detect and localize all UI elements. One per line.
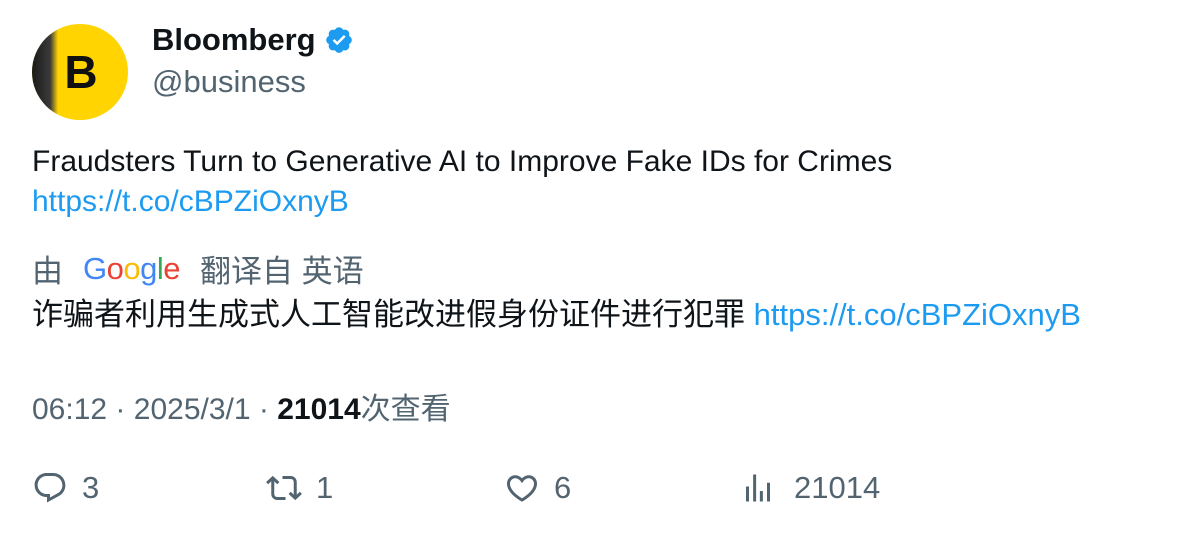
meta-separator: · bbox=[115, 393, 126, 426]
reply-count: 3 bbox=[82, 470, 100, 505]
tweet-time[interactable]: 06:12 bbox=[32, 393, 107, 426]
action-bar: 3 1 6 21014 bbox=[32, 470, 1162, 516]
translated-text: 诈骗者利用生成式人工智能改进假身份证件进行犯罪 bbox=[32, 297, 745, 332]
view-count: 21014 bbox=[277, 393, 361, 426]
views-count: 21014 bbox=[794, 470, 881, 505]
tweet-link[interactable]: https://t.co/cBPZiOxnyB bbox=[32, 185, 349, 218]
reply-button[interactable]: 3 bbox=[32, 470, 99, 506]
translation-by-label: 由 bbox=[32, 254, 63, 289]
translated-link[interactable]: https://t.co/cBPZiOxnyB bbox=[754, 297, 1081, 332]
translation-source-language: 翻译自 英语 bbox=[200, 254, 364, 289]
verified-badge-icon bbox=[325, 27, 352, 53]
tweet-text: Fraudsters Turn to Generative AI to Impr… bbox=[32, 145, 893, 178]
views-icon bbox=[746, 474, 770, 502]
like-icon bbox=[506, 475, 538, 502]
like-button[interactable]: 6 bbox=[504, 470, 571, 506]
views-button[interactable]: 21014 bbox=[740, 470, 880, 506]
avatar[interactable]: B bbox=[32, 24, 128, 120]
author-handle[interactable]: @business bbox=[152, 64, 306, 100]
view-count-label: 次查看 bbox=[360, 393, 451, 426]
retweet-button[interactable]: 1 bbox=[266, 470, 333, 506]
author-name[interactable]: Bloomberg bbox=[152, 22, 316, 58]
author-name-row: Bloomberg bbox=[152, 22, 354, 58]
retweet-count: 1 bbox=[316, 470, 334, 505]
tweet-meta: 06:12 · 2025/3/1 · 21014次查看 bbox=[32, 384, 451, 428]
translation-attribution: 由 Google 翻译自 英语 bbox=[32, 246, 364, 291]
translated-body: 诈骗者利用生成式人工智能改进假身份证件进行犯罪 https://t.co/cBP… bbox=[32, 294, 1081, 336]
tweet-body: Fraudsters Turn to Generative AI to Impr… bbox=[32, 142, 892, 222]
tweet-date[interactable]: 2025/3/1 bbox=[134, 393, 251, 426]
reply-icon bbox=[34, 473, 66, 503]
meta-separator-2: · bbox=[258, 393, 269, 426]
like-count: 6 bbox=[554, 470, 572, 505]
google-logo: Google bbox=[83, 250, 181, 286]
retweet-icon bbox=[266, 475, 302, 501]
avatar-letter: B bbox=[64, 46, 98, 98]
